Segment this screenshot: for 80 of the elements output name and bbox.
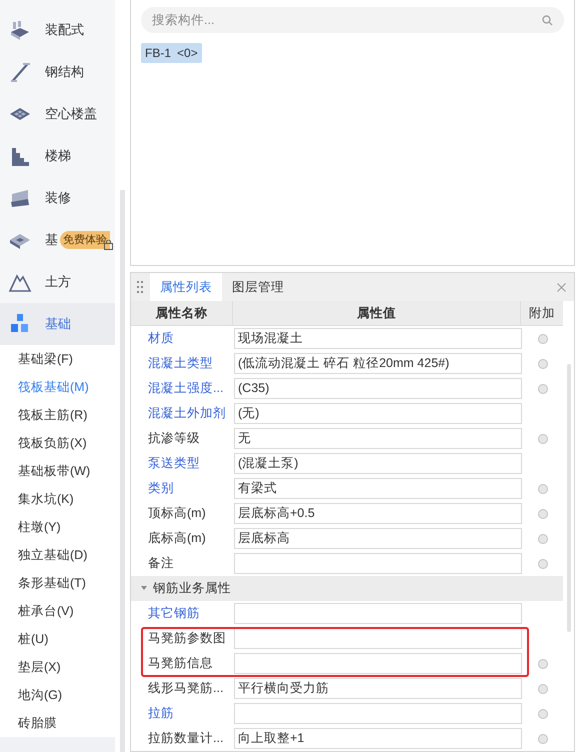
category-item[interactable]: 基础 (0, 303, 115, 345)
component-type-item[interactable]: 集水坑(K) (18, 485, 115, 513)
attach-radio[interactable] (538, 384, 548, 394)
property-name: 马凳筋参数图 (147, 630, 227, 648)
category-item[interactable]: 装修 (0, 177, 115, 219)
component-tag[interactable]: FB-1 <0> (141, 43, 202, 63)
attach-radio[interactable] (538, 358, 548, 368)
panel-tab[interactable]: 属性列表 (150, 273, 222, 301)
category-item[interactable]: 空心楼盖 (0, 93, 115, 135)
property-value-field[interactable]: 层底标高 (234, 528, 522, 549)
component-type-item[interactable]: 筏板负筋(X) (18, 429, 115, 457)
component-type-item[interactable]: 桩承台(V) (18, 597, 115, 625)
property-name[interactable]: 拉筋 (131, 704, 233, 723)
category-item[interactable]: 土方 (0, 261, 115, 303)
property-name: 线形马凳筋... (147, 680, 224, 698)
attach-radio[interactable] (538, 334, 548, 344)
component-type-item[interactable]: 独立基础(D) (18, 541, 115, 569)
component-type-item[interactable]: 筏板基础(M) (18, 373, 115, 401)
section-header[interactable]: 钢筋业务属性 (131, 576, 563, 601)
property-value-field[interactable]: 有梁式 (234, 478, 522, 499)
property-value-field[interactable] (234, 628, 522, 649)
property-value-field[interactable]: 向上取整+1 (234, 728, 522, 749)
property-value-field[interactable]: (无) (234, 403, 522, 424)
attach-radio[interactable] (538, 534, 548, 544)
column-header: 附加 (528, 304, 556, 322)
property-value-field[interactable]: (C35) (234, 378, 522, 399)
property-value-field[interactable]: 现场混凝土 (234, 328, 522, 349)
component-type-item[interactable]: 筏板主筋(R) (18, 401, 115, 429)
property-name[interactable]: 混凝土外加剂 (131, 404, 233, 423)
attach-radio[interactable] (538, 508, 548, 518)
attach-radio[interactable] (538, 434, 548, 444)
property-value-field[interactable]: 无 (234, 428, 522, 449)
property-value-field[interactable] (234, 553, 522, 574)
search-field[interactable]: 搜索构件... (141, 7, 564, 33)
property-name: 底标高(m) (147, 530, 207, 548)
column-header: 属性名称 (131, 301, 233, 325)
attach-radio[interactable] (538, 658, 548, 668)
component-type-item[interactable]: 柱墩(Y) (18, 513, 115, 541)
component-type-item[interactable]: 桩(U) (18, 625, 115, 653)
component-type-item[interactable]: 砖胎膜 (18, 709, 115, 737)
attach-radio[interactable] (538, 734, 548, 744)
attach-radio[interactable] (538, 708, 548, 718)
category-item[interactable]: 楼梯 (0, 135, 115, 177)
column-header: 属性值 (233, 301, 521, 325)
category-icon (8, 60, 32, 84)
attach-radio[interactable] (538, 558, 548, 568)
property-name: 顶标高(m) (147, 505, 207, 522)
property-name[interactable]: 其它钢筋 (131, 604, 233, 623)
property-name: 马凳筋信息 (147, 655, 214, 672)
category-item[interactable]: 装配式 (0, 9, 115, 51)
category-item[interactable]: 钢结构 (0, 51, 115, 93)
scrollbar-thumb[interactable] (120, 190, 125, 752)
property-value-field[interactable]: 平行横向受力筋 (234, 678, 522, 699)
component-type-item[interactable]: 条形基础(T) (18, 569, 115, 597)
search-icon (542, 15, 553, 26)
panel-tab[interactable]: 图层管理 (222, 273, 294, 301)
property-value-field[interactable]: 层底标高+0.5 (234, 503, 522, 524)
property-name: 备注 (147, 555, 175, 572)
property-value-field[interactable] (234, 703, 522, 724)
component-type-item[interactable]: 垫层(X) (18, 653, 115, 681)
property-value-field[interactable]: (低流动混凝土 碎石 粒径20mm 425#) (234, 353, 522, 374)
property-value-field[interactable] (234, 603, 522, 624)
component-type-item[interactable]: 基础板带(W) (18, 457, 115, 485)
drag-handle-icon[interactable] (137, 280, 144, 294)
trial-badge: 免费体验 (60, 231, 110, 249)
component-type-item[interactable]: 地沟(G) (18, 681, 115, 709)
property-value-field[interactable] (234, 653, 522, 674)
property-name: 抗渗等级 (147, 430, 201, 448)
property-value-field[interactable]: (混凝土泵) (234, 453, 522, 474)
category-item[interactable]: 基 免费体验 (0, 219, 115, 261)
property-name[interactable]: 混凝土类型 (131, 354, 233, 373)
close-icon[interactable] (557, 282, 566, 292)
property-name[interactable]: 类别 (131, 479, 233, 498)
property-name: 拉筋数量计... (147, 730, 224, 748)
attach-radio[interactable] (538, 484, 548, 494)
property-name[interactable]: 泵送类型 (131, 454, 233, 473)
property-name[interactable]: 材质 (131, 329, 233, 348)
attach-radio[interactable] (538, 684, 548, 694)
property-name[interactable]: 混凝土强度... (131, 379, 233, 398)
component-type-item[interactable]: 基础梁(F) (18, 345, 115, 373)
